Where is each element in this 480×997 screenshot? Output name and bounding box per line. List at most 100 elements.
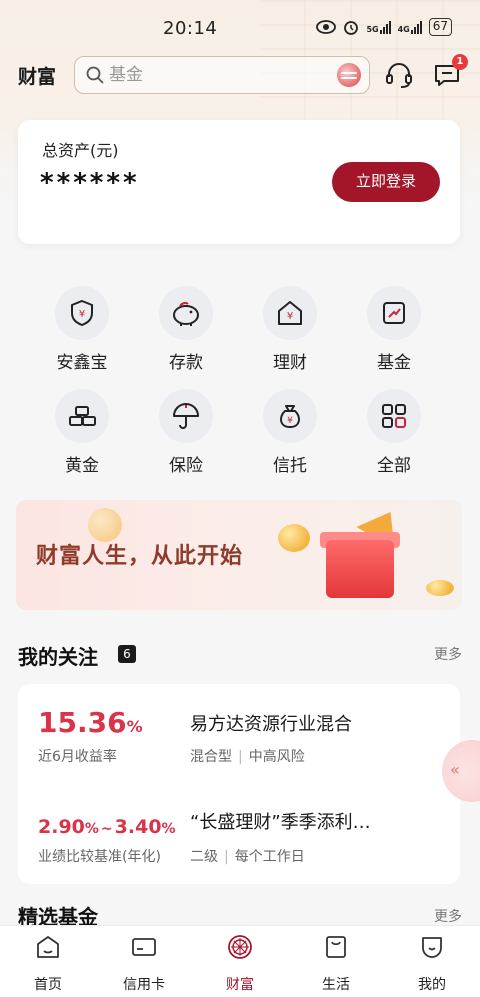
profile-icon: [422, 937, 442, 958]
menu-item-fund[interactable]: 基金: [342, 286, 446, 373]
svg-text:¥: ¥: [287, 311, 293, 322]
coin-decoration: [88, 508, 122, 542]
bottom-tab-bar: 首页 信用卡 财富 生活 我的: [0, 925, 480, 997]
search-input[interactable]: [109, 65, 329, 85]
shopping-bag-icon: [326, 936, 346, 958]
benchmark-rate: 2.90% ~3.40%: [38, 816, 176, 838]
menu-label: 信托: [273, 456, 307, 476]
percent-sign: %: [84, 821, 99, 837]
total-assets-label: 总资产(元): [42, 141, 119, 160]
grid-all-icon: [367, 389, 421, 443]
percent-sign: %: [126, 717, 143, 736]
menu-item-insurance[interactable]: 保险: [134, 389, 238, 476]
tab-home[interactable]: 首页: [0, 934, 96, 994]
search-bar[interactable]: [74, 56, 370, 94]
coin-decoration: [426, 580, 454, 596]
asset-card: 总资产(元) ****** 立即登录: [18, 120, 460, 244]
menu-label: 全部: [377, 456, 411, 476]
menu-label: 存款: [169, 353, 203, 373]
product-name: “长盛理财”季季添利…: [190, 812, 371, 833]
follow-count-badge: 6: [118, 645, 136, 663]
page-title: 财富: [18, 66, 57, 88]
umbrella-icon: [159, 389, 213, 443]
gift-box-decoration: [326, 540, 394, 598]
tab-label: 信用卡: [123, 977, 165, 993]
fund-tags: 混合型 | 中高风险: [190, 746, 305, 766]
house-yuan-icon: ¥: [263, 286, 317, 340]
percent-sign: %: [161, 821, 176, 837]
trend-chart-icon: [367, 286, 421, 340]
message-button[interactable]: 1: [432, 54, 468, 90]
network-4g: 4G: [398, 20, 422, 34]
menu-item-trust[interactable]: ¥ 信托: [238, 389, 342, 476]
total-assets-value: ******: [40, 168, 140, 198]
signal-icon: [410, 20, 422, 34]
redemption-tag: 每个工作日: [234, 849, 305, 865]
tag-separator: |: [238, 749, 243, 765]
tab-life[interactable]: 生活: [288, 934, 384, 994]
tab-label: 首页: [34, 977, 62, 993]
message-badge: 1: [452, 54, 468, 70]
menu-item-deposit[interactable]: 存款: [134, 286, 238, 373]
range-separator: ~: [100, 821, 113, 837]
menu-item-gold[interactable]: 黄金: [30, 389, 134, 476]
credit-card-icon: [132, 938, 156, 956]
menu-item-anxinbao[interactable]: ¥ 安鑫宝: [30, 286, 134, 373]
tab-label: 生活: [322, 977, 350, 993]
return-rate-label: 近6月收益率: [38, 749, 117, 765]
fund-type-tag: 混合型: [190, 749, 232, 765]
menu-label: 基金: [377, 353, 411, 373]
rate-low-value: 2.90: [38, 816, 85, 838]
search-icon: [86, 66, 104, 84]
menu-label: 理财: [273, 353, 307, 373]
promo-banner[interactable]: 财富人生，从此开始: [16, 500, 462, 610]
wealth-icon: [228, 935, 252, 959]
tab-wealth[interactable]: 财富: [192, 934, 288, 994]
return-rate: 15.36%: [38, 706, 143, 739]
menu-label: 安鑫宝: [56, 353, 108, 373]
piggy-bank-icon: [159, 286, 213, 340]
menu-item-all[interactable]: 全部: [342, 389, 446, 476]
follow-section-title: 我的关注: [18, 645, 98, 669]
return-rate-value: 15.36: [38, 706, 127, 739]
gold-bars-icon: [55, 389, 109, 443]
svg-text:¥: ¥: [79, 309, 85, 320]
follow-card: 15.36% 近6月收益率 易方达资源行业混合 混合型 | 中高风险 2.90% ~3…: [18, 684, 460, 884]
follow-more-link[interactable]: 更多: [434, 644, 462, 664]
double-chevron-left-icon: «: [450, 760, 460, 779]
money-bag-icon: ¥: [263, 389, 317, 443]
benchmark-label: 业绩比较基准(年化): [38, 849, 161, 865]
network-5g: 5G: [366, 20, 391, 34]
net-5g-label: 5G: [366, 25, 379, 34]
shield-yuan-icon: ¥: [55, 286, 109, 340]
alarm-icon: [344, 21, 359, 35]
home-icon: [37, 936, 59, 958]
risk-level-tag: 中高风险: [248, 749, 305, 765]
banner-text: 财富人生，从此开始: [36, 544, 244, 569]
menu-label: 黄金: [65, 456, 99, 476]
login-button[interactable]: 立即登录: [332, 162, 440, 202]
menu-item-wealth[interactable]: ¥ 理财: [238, 286, 342, 373]
tag-separator: |: [224, 849, 229, 865]
tab-credit-card[interactable]: 信用卡: [96, 934, 192, 994]
tab-label: 我的: [418, 977, 446, 993]
status-time: 20:14: [163, 18, 218, 39]
fund-name: 易方达资源行业混合: [190, 714, 352, 735]
tab-label: 财富: [226, 977, 254, 993]
customer-service-icon[interactable]: [384, 60, 414, 90]
risk-grade-tag: 二级: [190, 849, 218, 865]
tab-mine[interactable]: 我的: [384, 934, 480, 994]
voice-assistant-icon[interactable]: [337, 63, 361, 87]
top-header: 财富 1: [0, 54, 480, 94]
coin-decoration: [278, 524, 310, 552]
menu-label: 保险: [169, 456, 203, 476]
eye-icon: [316, 20, 337, 34]
status-bar: 20:14 5G 4G 67: [0, 0, 480, 56]
selected-funds-more-link[interactable]: 更多: [434, 906, 462, 926]
product-tags: 二级 | 每个工作日: [190, 846, 305, 866]
net-4g-label: 4G: [397, 25, 410, 34]
battery-icon: 67: [428, 18, 452, 36]
rate-high-value: 3.40: [114, 816, 162, 838]
svg-text:¥: ¥: [287, 416, 293, 426]
signal-icon: [379, 20, 391, 34]
